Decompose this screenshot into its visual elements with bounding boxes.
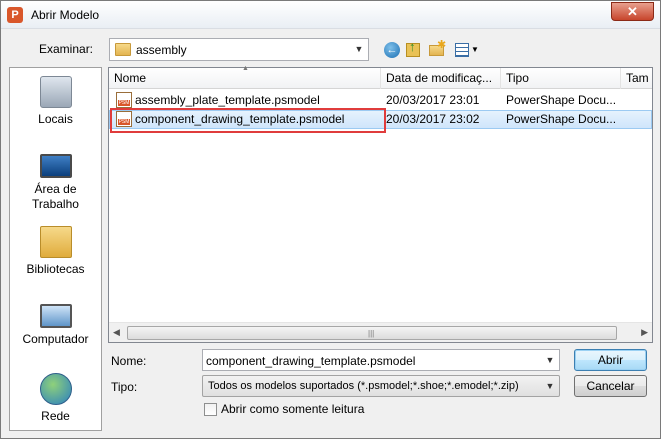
grip-icon: ||| — [368, 329, 375, 338]
file-list-header: Nome ▲ Data de modificaç... Tipo Tam — [109, 65, 652, 89]
sort-ascending-icon: ▲ — [242, 65, 249, 72]
up-folder-button[interactable]: ↑ — [403, 39, 423, 60]
place-network[interactable]: Rede — [10, 373, 101, 424]
annotation-highlight-box — [110, 108, 386, 133]
file-type: PowerShape Docu... — [506, 112, 616, 126]
filetype-label: Tipo: — [111, 380, 138, 394]
recent-places-icon — [39, 76, 72, 108]
up-arrow-icon: ↑ — [409, 39, 416, 54]
file-date: 20/03/2017 23:01 — [386, 93, 480, 107]
column-header-date[interactable]: Data de modificaç... — [381, 68, 501, 89]
file-date: 20/03/2017 23:02 — [386, 112, 480, 126]
file-list[interactable]: Nome ▲ Data de modificaç... Tipo Tam PSM… — [108, 65, 653, 343]
place-label: Rede — [41, 409, 70, 423]
new-folder-button[interactable]: ✱ — [427, 39, 447, 60]
psmodel-file-icon: PSM — [116, 92, 132, 108]
file-type: PowerShape Docu... — [506, 93, 616, 107]
cancel-button[interactable]: Cancelar — [574, 375, 647, 397]
sparkle-icon: ✱ — [437, 39, 447, 51]
scroll-right-icon[interactable]: ▶ — [641, 327, 648, 338]
horizontal-scrollbar[interactable]: ◀ ||| ▶ — [109, 322, 652, 342]
filename-input[interactable] — [206, 353, 536, 368]
file-name: assembly_plate_template.psmodel — [135, 93, 320, 107]
powershape-app-icon: P — [7, 7, 23, 23]
title-bar: P Abrir Modelo ✕ — [1, 1, 660, 29]
place-desktop[interactable]: Área de Trabalho — [10, 148, 101, 212]
place-recent[interactable]: Locais — [10, 76, 101, 127]
network-icon — [39, 373, 72, 405]
view-menu-icon — [455, 43, 469, 57]
chevron-down-icon: ▼ — [471, 45, 479, 54]
filename-label: Nome: — [111, 354, 147, 368]
readonly-checkbox[interactable] — [204, 403, 217, 416]
place-libraries[interactable]: Bibliotecas — [10, 226, 101, 277]
open-button[interactable]: Abrir — [574, 349, 647, 371]
column-header-size[interactable]: Tam — [621, 68, 652, 89]
chevron-down-icon[interactable]: ▼ — [352, 41, 366, 58]
lookin-label: Examinar: — [39, 42, 94, 56]
place-label: Área de Trabalho — [32, 182, 79, 211]
folder-icon — [115, 43, 131, 56]
desktop-icon — [39, 154, 72, 178]
readonly-label: Abrir como somente leitura — [221, 402, 365, 416]
window-title: Abrir Modelo — [31, 8, 100, 22]
chevron-down-icon[interactable]: ▼ — [543, 352, 557, 369]
computer-icon — [39, 304, 72, 328]
lookin-dropdown[interactable]: assembly ▼ — [109, 38, 369, 61]
place-computer[interactable]: Computador — [10, 298, 101, 347]
lookin-value: assembly — [136, 43, 187, 57]
back-icon: ← — [384, 42, 400, 58]
back-button[interactable]: ← — [382, 40, 402, 60]
filetype-dropdown[interactable]: Todos os modelos suportados (*.psmodel;*… — [202, 375, 560, 397]
places-bar: Locais Área de Trabalho Bibliotecas Comp… — [9, 67, 102, 431]
chevron-down-icon[interactable]: ▼ — [543, 378, 557, 395]
filetype-value: Todos os modelos suportados (*.psmodel;*… — [208, 380, 519, 392]
filename-combo[interactable]: ▼ — [202, 349, 560, 371]
place-label: Locais — [38, 112, 73, 126]
view-menu-button[interactable]: ▼ — [453, 40, 479, 60]
place-label: Bibliotecas — [26, 262, 85, 276]
scrollbar-thumb[interactable]: ||| — [127, 326, 617, 340]
close-button[interactable]: ✕ — [611, 2, 654, 21]
place-label: Computador — [22, 332, 89, 346]
libraries-icon — [39, 226, 72, 258]
scroll-left-icon[interactable]: ◀ — [113, 327, 120, 338]
open-model-dialog: P Abrir Modelo ✕ Examinar: assembly ▼ ← … — [0, 0, 661, 439]
column-header-type[interactable]: Tipo — [501, 68, 621, 89]
